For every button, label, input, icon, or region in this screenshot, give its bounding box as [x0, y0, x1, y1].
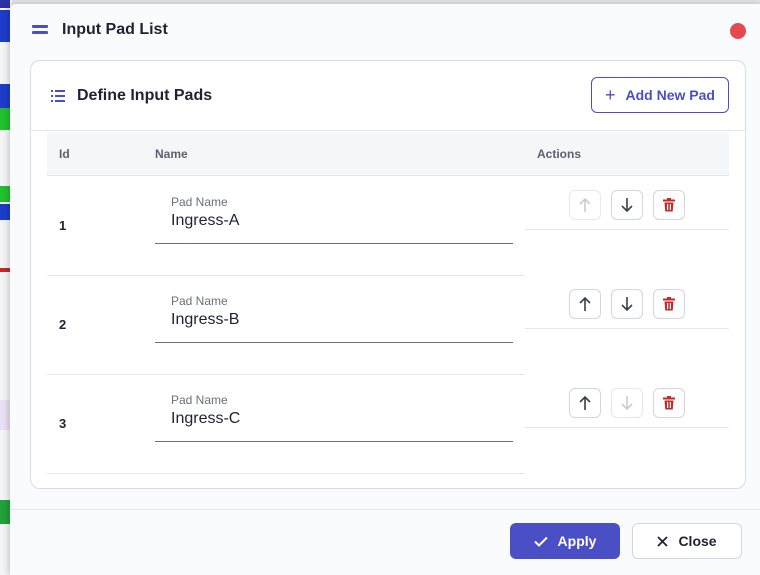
row-divider [525, 427, 729, 428]
list-icon [51, 90, 65, 102]
delete-button[interactable] [653, 190, 685, 220]
add-new-pad-button[interactable]: + Add New Pad [591, 77, 729, 113]
input-pad-list-dialog: Input Pad List Define Input Pads + Add N… [10, 4, 760, 575]
plus-icon: + [605, 85, 616, 105]
close-button[interactable]: Close [632, 523, 742, 559]
close-label: Close [678, 533, 717, 549]
dialog-title: Input Pad List [62, 21, 168, 38]
pad-name-field[interactable]: Pad Name Ingress-B [155, 293, 513, 343]
apply-button[interactable]: Apply [510, 523, 620, 559]
define-pads-card: Define Input Pads + Add New Pad Id Name … [30, 60, 746, 489]
dialog-close-dot[interactable] [730, 23, 746, 39]
row-id: 2 [59, 317, 67, 332]
table-row: 3 Pad Name Ingress-C [47, 375, 729, 474]
delete-button[interactable] [653, 388, 685, 418]
dialog-header: Input Pad List [10, 4, 760, 58]
row-divider [525, 328, 729, 329]
move-down-button [611, 388, 643, 418]
pad-name-field[interactable]: Pad Name Ingress-C [155, 392, 513, 442]
x-icon [657, 535, 669, 547]
card-title: Define Input Pads [77, 87, 213, 104]
hamburger-icon [32, 25, 48, 37]
column-header-id: Id [59, 147, 70, 161]
move-up-button [569, 190, 601, 220]
move-up-button[interactable] [569, 388, 601, 418]
footer-divider [10, 509, 760, 510]
arrow-up-icon [579, 395, 591, 410]
move-down-button[interactable] [611, 289, 643, 319]
table-row: 1 Pad Name Ingress-A [47, 177, 729, 276]
row-divider [47, 473, 525, 474]
pad-name-label: Pad Name [171, 294, 228, 308]
trash-icon [663, 198, 675, 212]
trash-icon [663, 396, 675, 410]
arrow-up-icon [579, 296, 591, 311]
pad-name-label: Pad Name [171, 195, 228, 209]
delete-button[interactable] [653, 289, 685, 319]
pad-name-value[interactable]: Ingress-B [171, 311, 239, 329]
column-header-actions: Actions [537, 147, 582, 161]
pad-name-field[interactable]: Pad Name Ingress-A [155, 194, 513, 244]
arrow-down-icon [621, 396, 633, 411]
add-new-pad-label: Add New Pad [625, 87, 715, 103]
pad-name-value[interactable]: Ingress-A [171, 212, 239, 230]
arrow-down-icon [621, 198, 633, 213]
row-divider [525, 229, 729, 230]
arrow-down-icon [621, 297, 633, 312]
table-row: 2 Pad Name Ingress-B [47, 276, 729, 375]
column-header-name: Name [155, 147, 188, 161]
pad-name-value[interactable]: Ingress-C [171, 410, 240, 428]
table-header: Id Name Actions [47, 132, 729, 176]
pad-name-label: Pad Name [171, 393, 228, 407]
row-id: 3 [59, 416, 67, 431]
move-down-button[interactable] [611, 190, 643, 220]
apply-label: Apply [557, 533, 597, 549]
check-icon [533, 536, 548, 547]
card-header: Define Input Pads + Add New Pad [31, 61, 745, 131]
move-up-button[interactable] [569, 289, 601, 319]
arrow-up-icon [579, 197, 591, 212]
row-id: 1 [59, 218, 67, 233]
trash-icon [663, 297, 675, 311]
